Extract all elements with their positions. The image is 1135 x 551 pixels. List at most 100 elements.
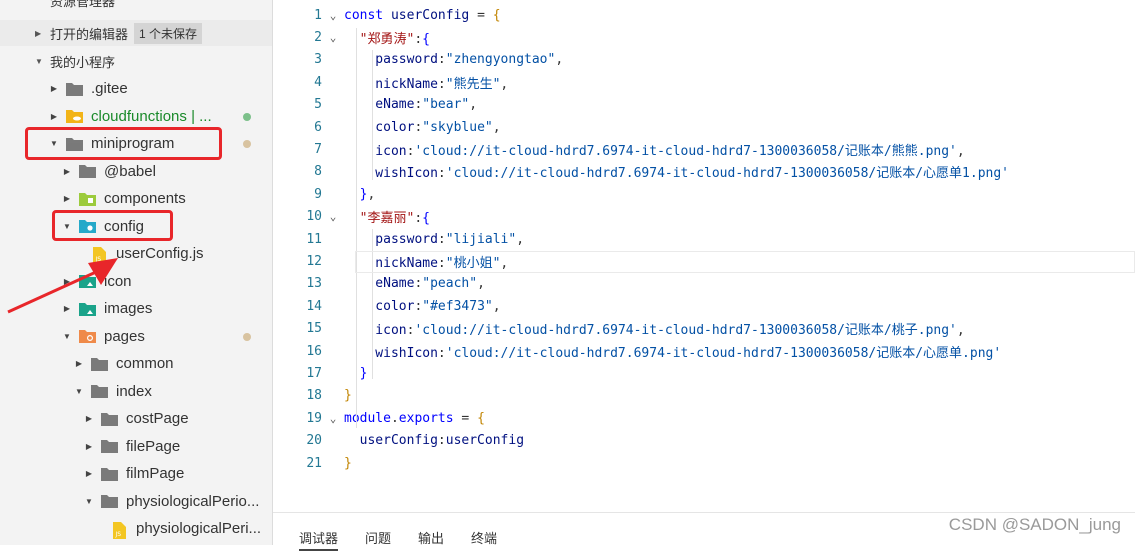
line-number: 2 (314, 29, 322, 45)
annotation-arrow-shaft (7, 270, 97, 314)
code-line[interactable]: 6 color:"skyblue", (273, 116, 1135, 138)
code-token: { (422, 211, 430, 227)
code-token: const (344, 7, 391, 23)
line-number: 4 (314, 74, 322, 90)
code-text: }, (344, 186, 376, 202)
code-token: 'cloud://it-cloud-hdrd7.6974-it-cloud-hd… (414, 323, 957, 339)
code-line[interactable]: 11 password:"lijiali", (273, 228, 1135, 250)
code-token: module (344, 410, 391, 426)
code-token: 'cloud://it-cloud-hdrd7.6974-it-cloud-hd… (445, 166, 1010, 182)
tree-item-physiologicalperi[interactable]: JS physiologicalPeri... (0, 515, 272, 542)
code-line[interactable]: 14 color:"#ef3473", (273, 295, 1135, 317)
js-file-icon: JS (111, 521, 128, 539)
code-line[interactable]: 3 password:"zhengyongtao", (273, 49, 1135, 71)
line-number: 15 (306, 321, 322, 337)
code-token: 'cloud://it-cloud-hdrd7.6974-it-cloud-hd… (445, 345, 1002, 361)
line-number: 3 (314, 52, 322, 68)
code-line[interactable]: 15 icon:'cloud://it-cloud-hdrd7.6974-it-… (273, 318, 1135, 340)
fold-chevron-icon[interactable]: ⌄ (322, 31, 344, 44)
tab-terminal[interactable]: 终端 (471, 528, 497, 547)
line-number: 7 (314, 141, 322, 157)
pages-folder-icon (79, 329, 96, 343)
code-token: color (344, 298, 415, 314)
line-number: 16 (306, 343, 322, 359)
code-token: , (956, 323, 965, 339)
code-token: , (516, 231, 525, 247)
tree-item-physiologicalperio[interactable]: ▼ physiologicalPerio... (0, 488, 272, 515)
code-line[interactable]: 4 nickName:"熊先生", (273, 71, 1135, 93)
code-text: } (344, 388, 352, 403)
code-line[interactable]: 13 eName:"peach", (273, 273, 1135, 295)
code-text: wishIcon:'cloud://it-cloud-hdrd7.6974-it… (344, 162, 1009, 181)
code-line[interactable]: 8 wishIcon:'cloud://it-cloud-hdrd7.6974-… (273, 161, 1135, 183)
code-text: nickName:"熊先生", (344, 73, 508, 92)
code-line[interactable]: 21} (273, 452, 1135, 474)
tree-item-costpage[interactable]: ▶ costPage (0, 405, 272, 432)
code-token: nickName (344, 76, 438, 92)
code-text: userConfig:userConfig (344, 433, 524, 448)
code-line[interactable]: 7 icon:'cloud://it-cloud-hdrd7.6974-it-c… (273, 138, 1135, 160)
line-number: 13 (306, 276, 322, 292)
tree-item-common[interactable]: ▶ common (0, 350, 272, 377)
code-text: module.exports = { (344, 411, 485, 426)
code-token: color (344, 119, 415, 135)
tree-item-label: filmPage (126, 465, 185, 482)
code-line[interactable]: 2 ⌄ "郑勇涛":{ (273, 26, 1135, 48)
code-line[interactable]: 19 ⌄ module.exports = { (273, 407, 1135, 429)
code-token: password (344, 52, 438, 68)
tree-item-label: index (116, 382, 152, 400)
code-token: . (390, 410, 399, 426)
tab-debugger[interactable]: 调试器 (299, 528, 339, 551)
line-number: 9 (314, 186, 322, 202)
chevron-right-icon: ▶ (85, 441, 93, 451)
code-token: , (367, 186, 376, 202)
code-token: "郑勇涛" (359, 31, 415, 47)
folder-icon (101, 439, 118, 453)
fold-chevron-icon[interactable]: ⌄ (322, 412, 344, 425)
tree-item-filmpage[interactable]: ▶ filmPage (0, 460, 272, 487)
line-number: 12 (306, 253, 322, 269)
tab-problems[interactable]: 问题 (365, 528, 391, 547)
folder-icon (91, 357, 108, 371)
code-line[interactable]: 17 } (273, 362, 1135, 384)
code-token: password (344, 231, 438, 247)
code-token: 'cloud://it-cloud-hdrd7.6974-it-cloud-hd… (414, 143, 957, 159)
tree-item-label: filePage (126, 437, 181, 455)
code-token: } (344, 388, 352, 404)
code-line[interactable]: 1 ⌄ const userConfig = { (273, 4, 1135, 26)
code-editor[interactable]: 1 ⌄ const userConfig = {2 ⌄ "郑勇涛":{3 passwo… (273, 0, 1135, 490)
code-token: "bear" (422, 97, 470, 113)
code-token: : (437, 52, 446, 68)
tree-item-label: common (116, 355, 174, 372)
code-token: exports (398, 410, 454, 426)
code-token: userConfig (445, 433, 525, 449)
fold-chevron-icon[interactable]: ⌄ (322, 210, 344, 223)
chevron-right-icon: ▶ (85, 414, 93, 423)
code-token: , (956, 143, 965, 159)
watermark: CSDN @SADON_jung (948, 515, 1121, 534)
code-token: , (492, 119, 501, 135)
code-line[interactable]: 20 userConfig:userConfig (273, 430, 1135, 452)
tree-item-index[interactable]: ▼ index (0, 378, 272, 405)
code-line[interactable]: 10 ⌄ "李嘉丽":{ (273, 206, 1135, 228)
code-line[interactable]: 9 }, (273, 183, 1135, 205)
code-line[interactable]: 18} (273, 385, 1135, 407)
tab-output[interactable]: 输出 (418, 528, 444, 547)
code-line[interactable]: 5 eName:"bear", (273, 94, 1135, 116)
code-token: : (437, 231, 446, 247)
modified-dot-icon (243, 332, 251, 341)
code-token: : (414, 211, 423, 227)
code-text: password:"zhengyongtao", (344, 52, 563, 67)
fold-chevron-icon[interactable]: ⌄ (322, 9, 344, 22)
code-text: password:"lijiali", (344, 232, 524, 247)
code-text: } (344, 456, 352, 471)
line-number: 21 (306, 455, 322, 471)
code-line[interactable]: 16 wishIcon:'cloud://it-cloud-hdrd7.6974… (273, 340, 1135, 362)
line-number: 6 (314, 119, 322, 135)
code-token: "#ef3473" (422, 298, 493, 314)
code-token: = (469, 7, 493, 23)
code-text: color:"#ef3473", (344, 298, 500, 314)
modified-dot-icon (243, 112, 251, 121)
tree-item-filepage[interactable]: ▶ filePage (0, 433, 272, 460)
